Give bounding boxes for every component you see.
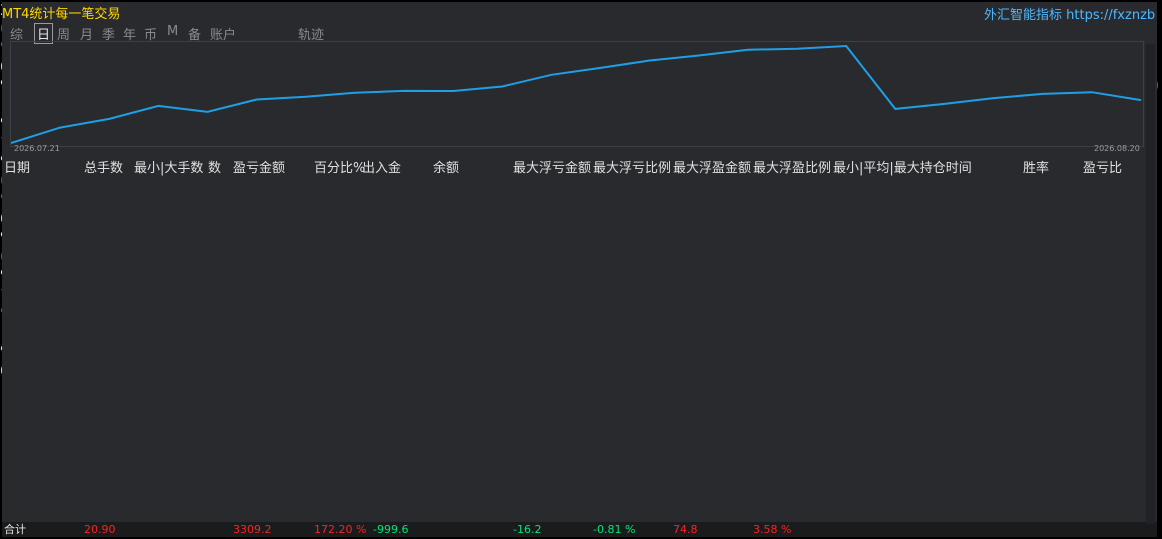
header-3: 数 — [208, 161, 222, 176]
balance-curve-chart — [10, 41, 1144, 147]
header-8: 最大浮亏金额 — [513, 161, 592, 176]
header-11: 最大浮盈比例 — [753, 161, 832, 176]
balance-curve-line — [11, 44, 1142, 144]
header-7: 余额 — [433, 161, 460, 176]
total-c8: -16.2 — [513, 523, 542, 536]
balance-curve-svg — [11, 44, 1142, 144]
tab-7[interactable]: M — [167, 24, 178, 39]
header-6: 出入金 — [362, 161, 402, 176]
total-c5: 172.20 % — [314, 523, 367, 536]
total-c11: 3.58 % — [753, 523, 792, 536]
total-c9: -0.81 % — [593, 523, 636, 536]
total-row-background — [2, 522, 1157, 537]
header-1: 总手数 — [84, 161, 124, 176]
header-10: 最大浮盈金额 — [673, 161, 752, 176]
window-title: MT4统计每一笔交易 — [2, 7, 121, 22]
header-0: 日期 — [4, 161, 31, 176]
total-c4: 3309.2 — [233, 523, 272, 536]
header-9: 最大浮亏比例 — [593, 161, 672, 176]
scrollbar[interactable] — [1146, 44, 1155, 524]
header-5: 百分比% — [314, 161, 366, 176]
header-12: 最小|平均|最大持仓时间 — [833, 161, 972, 176]
header-13: 胜率 — [1023, 161, 1050, 176]
chart-end-date: 2026.08.20 — [1094, 144, 1140, 153]
header-4: 盈亏金额 — [233, 161, 286, 176]
header-14: 盈亏比 — [1083, 161, 1123, 176]
total-c1: 20.90 — [84, 523, 116, 536]
chart-start-date: 2026.07.21 — [14, 144, 60, 153]
header-2: 最小|大手数 — [134, 161, 204, 176]
total-c6: -999.6 — [373, 523, 409, 536]
total-c0: 合计 — [4, 523, 26, 536]
mt4-stats-window: MT4统计每一笔交易 外汇智能指标 https://fxznzb 综日周月季年币… — [0, 0, 1162, 539]
total-c10: 74.8 — [673, 523, 698, 536]
brand-link[interactable]: 外汇智能指标 https://fxznzb — [984, 4, 1155, 23]
